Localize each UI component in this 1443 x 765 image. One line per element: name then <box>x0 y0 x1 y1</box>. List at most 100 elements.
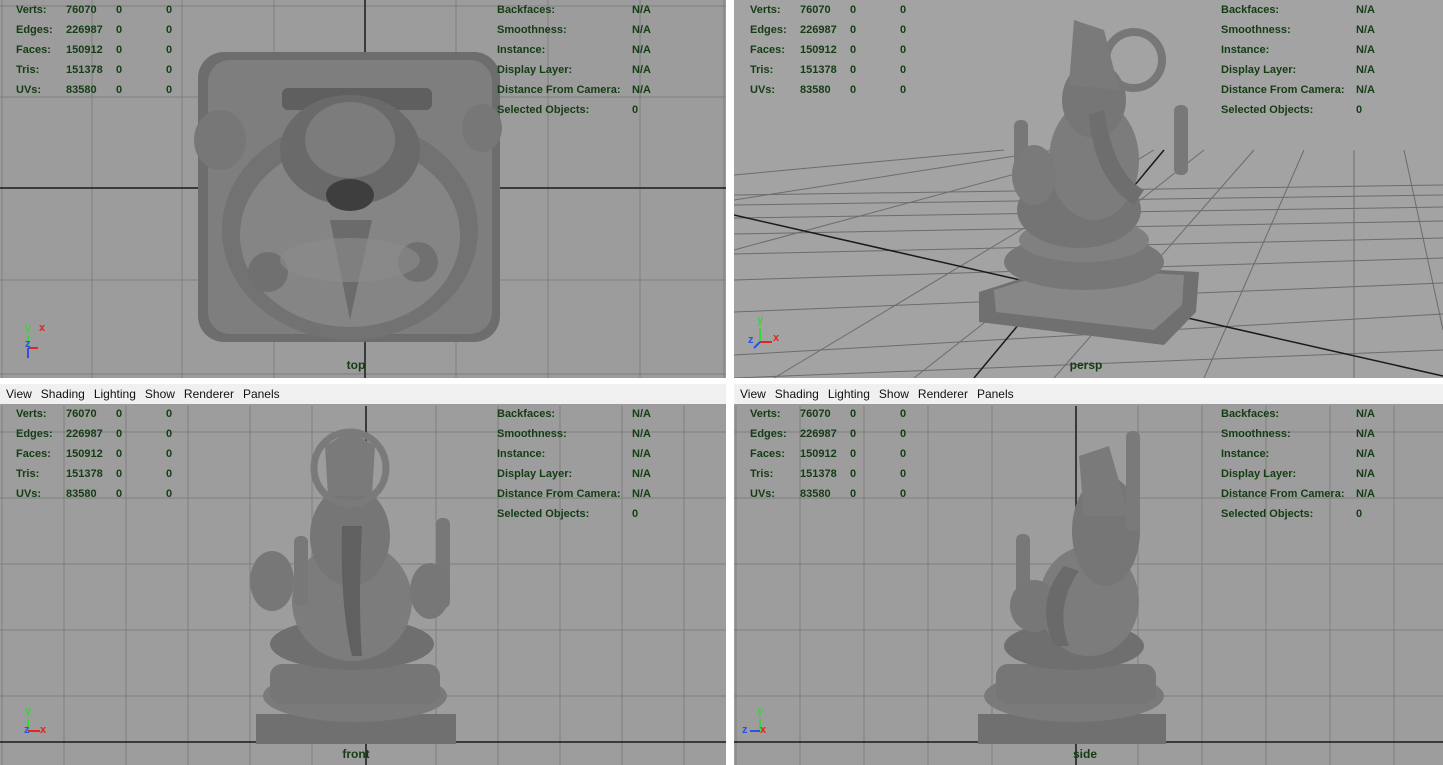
menu-lighting[interactable]: Lighting <box>828 387 870 401</box>
stat-value: 0 <box>166 84 173 96</box>
stat-value: 0 <box>900 44 907 56</box>
stat-value: 151378 <box>66 64 103 76</box>
menu-lighting[interactable]: Lighting <box>94 387 136 401</box>
stat-value: 0 <box>116 84 123 96</box>
menu-renderer[interactable]: Renderer <box>184 387 234 401</box>
menu-shading[interactable]: Shading <box>41 387 85 401</box>
poly-count-hud: Verts: 76070 0 0 Edges: 226987 0 0 Faces: 15091… <box>16 406 186 504</box>
stat-value: 150912 <box>800 448 837 460</box>
prop-label: Backfaces: <box>1221 4 1280 16</box>
stat-value: 76070 <box>800 4 831 16</box>
prop-label: Display Layer: <box>497 64 573 76</box>
viewport-persp[interactable]: Verts: 76070 0 0 Edges: 226987 0 0 Faces: 15091… <box>734 0 1443 378</box>
menu-panels[interactable]: Panels <box>977 387 1014 401</box>
menu-shading[interactable]: Shading <box>775 387 819 401</box>
view-axis-gizmo: y z x <box>20 705 60 747</box>
stat-label: Edges: <box>16 428 53 440</box>
menu-view[interactable]: View <box>740 387 766 401</box>
viewport-panel-side[interactable]: View Shading Lighting Show Renderer Pane… <box>734 384 1443 765</box>
stat-value: 0 <box>116 64 123 76</box>
stat-value: 0 <box>166 24 173 36</box>
stat-value: 151378 <box>800 468 837 480</box>
stat-value: 226987 <box>66 428 103 440</box>
stat-value: 0 <box>900 428 907 440</box>
stat-value: 0 <box>900 488 907 500</box>
stat-value: 0 <box>850 448 857 460</box>
panel-menubar: View Shading Lighting Show Renderer Pane… <box>734 384 1443 404</box>
axis-label-y: y <box>25 705 32 717</box>
stat-value: 0 <box>116 24 123 36</box>
prop-label: Backfaces: <box>497 408 556 420</box>
prop-label: Instance: <box>1221 44 1270 56</box>
prop-value: 0 <box>632 508 639 520</box>
stat-value: 0 <box>116 448 123 460</box>
stat-value: 76070 <box>66 4 97 16</box>
stat-value: 0 <box>166 488 173 500</box>
stat-value: 0 <box>850 84 857 96</box>
prop-label: Smoothness: <box>497 428 567 440</box>
prop-label: Smoothness: <box>1221 428 1291 440</box>
stat-value: 0 <box>850 24 857 36</box>
stat-value: 226987 <box>800 428 837 440</box>
viewport-side[interactable]: Verts: 76070 0 0 Edges: 226987 0 0 Faces: 15091… <box>734 406 1443 765</box>
prop-value: N/A <box>632 64 651 76</box>
stat-value: 0 <box>850 408 857 420</box>
viewport-front[interactable]: Verts: 76070 0 0 Edges: 226987 0 0 Faces: 15091… <box>0 406 726 765</box>
stat-label: Faces: <box>750 448 785 460</box>
prop-value: N/A <box>1356 24 1375 36</box>
prop-label: Selected Objects: <box>497 104 590 116</box>
stat-value: 150912 <box>66 44 103 56</box>
prop-label: Smoothness: <box>1221 24 1291 36</box>
stat-value: 0 <box>116 408 123 420</box>
stat-label: Tris: <box>16 468 40 480</box>
axis-label-x: x <box>773 332 780 344</box>
panel-menubar: View Shading Lighting Show Renderer Pane… <box>0 384 726 404</box>
prop-value: N/A <box>632 4 651 16</box>
viewport-panel-front[interactable]: View Shading Lighting Show Renderer Pane… <box>0 384 726 765</box>
stat-label: Edges: <box>750 24 787 36</box>
stat-value: 226987 <box>800 24 837 36</box>
stat-value: 0 <box>900 24 907 36</box>
prop-value: N/A <box>632 428 651 440</box>
menu-show[interactable]: Show <box>145 387 175 401</box>
prop-value: N/A <box>632 448 651 460</box>
menu-panels[interactable]: Panels <box>243 387 280 401</box>
stat-label: Verts: <box>750 408 781 420</box>
prop-value: N/A <box>632 44 651 56</box>
view-axis-gizmo: y x z <box>18 322 58 366</box>
prop-value: N/A <box>632 24 651 36</box>
menu-view[interactable]: View <box>6 387 32 401</box>
stat-label: Verts: <box>750 4 781 16</box>
prop-label: Backfaces: <box>1221 408 1280 420</box>
viewport-panel-top[interactable]: Verts: 76070 0 0 Edges: 226987 0 0 Faces: 15091… <box>0 0 726 378</box>
stat-value: 0 <box>900 448 907 460</box>
stat-value: 83580 <box>800 488 831 500</box>
axis-label-z: z <box>742 724 748 736</box>
menu-renderer[interactable]: Renderer <box>918 387 968 401</box>
prop-value: 0 <box>632 104 639 116</box>
prop-label: Distance From Camera: <box>497 488 621 500</box>
object-info-hud: Backfaces: N/A Smoothness: N/A Instance: N/… <box>497 406 657 524</box>
prop-value: N/A <box>632 84 651 96</box>
menu-show[interactable]: Show <box>879 387 909 401</box>
stat-label: Faces: <box>16 44 51 56</box>
stat-value: 0 <box>850 4 857 16</box>
axis-label-z: z <box>25 338 31 350</box>
stat-value: 0 <box>166 44 173 56</box>
prop-label: Display Layer: <box>1221 468 1297 480</box>
prop-label: Selected Objects: <box>1221 104 1314 116</box>
poly-count-hud: Verts: 76070 0 0 Edges: 226987 0 0 Faces: 15091… <box>16 0 186 100</box>
stat-label: Tris: <box>16 64 40 76</box>
stat-value: 0 <box>850 468 857 480</box>
viewport-top[interactable]: Verts: 76070 0 0 Edges: 226987 0 0 Faces: 15091… <box>0 0 726 378</box>
stat-value: 151378 <box>66 468 103 480</box>
object-info-hud: Backfaces: N/A Smoothness: N/A Instance: N/… <box>497 0 657 120</box>
prop-label: Distance From Camera: <box>497 84 621 96</box>
stat-value: 0 <box>900 4 907 16</box>
camera-name-label: side <box>1072 747 1097 761</box>
viewport-panel-persp[interactable]: Verts: 76070 0 0 Edges: 226987 0 0 Faces: 15091… <box>734 0 1443 378</box>
stat-value: 0 <box>900 408 907 420</box>
poly-count-hud: Verts: 76070 0 0 Edges: 226987 0 0 Faces: 15091… <box>750 0 920 100</box>
stat-value: 0 <box>116 468 123 480</box>
prop-label: Distance From Camera: <box>1221 488 1345 500</box>
